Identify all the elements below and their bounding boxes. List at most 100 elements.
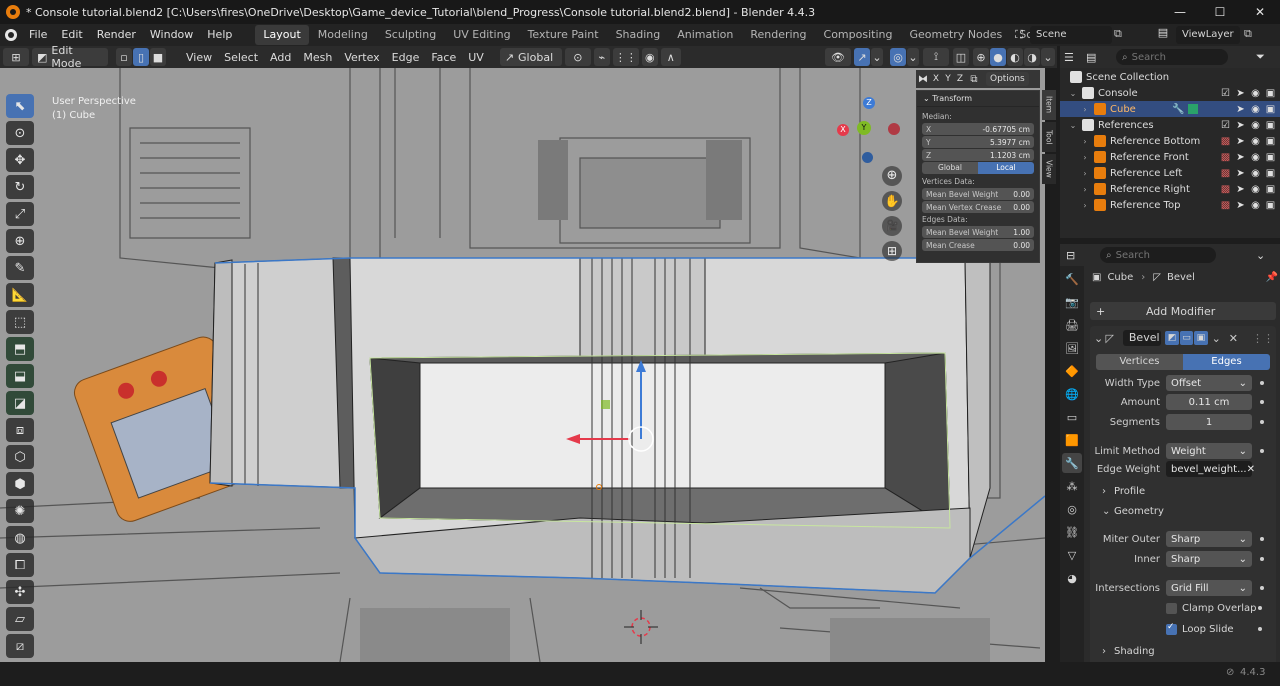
edge-select-icon[interactable]: ▯ (133, 48, 149, 66)
keyframe-dot-icon[interactable] (1260, 400, 1264, 404)
menu-file[interactable]: File (22, 24, 54, 46)
checkbox-icon[interactable]: ☑ (1220, 88, 1231, 99)
viewport-toggle-icon[interactable]: ▭ (1179, 331, 1194, 345)
eye-icon[interactable]: ◉ (1250, 184, 1261, 195)
width-type-select[interactable]: Offset ⌄ (1166, 375, 1252, 391)
keyframe-dot-icon[interactable] (1260, 449, 1264, 453)
tab-view[interactable]: View (1042, 154, 1056, 184)
edge-bevel-weight-field[interactable]: Mean Bevel Weight 1.00 (922, 226, 1034, 238)
overlays-toggle-icon[interactable]: ◎ (890, 48, 906, 66)
eye-icon[interactable]: ◉ (1250, 136, 1261, 147)
select-arrow-icon[interactable]: ➤ (1235, 152, 1246, 163)
menu-vertex[interactable]: Vertex (338, 51, 385, 64)
outliner-row[interactable]: › Reference Front ▩ ➤ ◉ ▣ (1060, 149, 1280, 165)
loop-cut-tool-icon[interactable]: ⧈ (6, 418, 34, 442)
object-tab-icon[interactable]: 🟧 (1062, 430, 1082, 450)
select-arrow-icon[interactable]: ➤ (1235, 184, 1246, 195)
eye-icon[interactable]: ◉ (1250, 152, 1261, 163)
filter-icon[interactable]: ⏷ (1256, 50, 1265, 64)
modifier-tab-icon[interactable]: 🔧 (1062, 453, 1082, 473)
cursor-tool-icon[interactable]: ⊙ (6, 121, 34, 145)
keyframe-dot-icon[interactable] (1258, 627, 1262, 631)
camera-icon[interactable]: ▣ (1265, 200, 1276, 211)
keyframe-dot-icon[interactable] (1260, 537, 1264, 541)
properties-editor-type-icon[interactable]: ⊟ (1066, 249, 1094, 262)
auto-merge-icon[interactable]: ⧉ (966, 74, 982, 85)
camera-icon[interactable]: ▣ (1265, 184, 1276, 195)
menu-help[interactable]: Help (200, 24, 239, 46)
falloff-icon[interactable]: ∧ (660, 48, 681, 66)
outliner-editor-type-icon[interactable]: ☰ (1064, 51, 1086, 64)
bevel-tool-icon[interactable]: ◪ (6, 391, 34, 415)
material-shading-icon[interactable]: ◐ (1007, 48, 1023, 66)
clear-icon[interactable]: ✕ (1247, 464, 1255, 475)
view-layer-icon[interactable]: ▤ (1154, 26, 1172, 44)
vertex-bevel-weight-field[interactable]: Mean Bevel Weight 0.00 (922, 188, 1034, 200)
tab-rendering[interactable]: Rendering (742, 25, 814, 45)
annotate-tool-icon[interactable]: ✎ (6, 256, 34, 280)
menu-render[interactable]: Render (90, 24, 143, 46)
measure-tool-icon[interactable]: 📐 (6, 283, 34, 307)
editor-type-icon[interactable]: ⊞ (3, 48, 29, 66)
miter-outer-select[interactable]: Sharp ⌄ (1166, 531, 1252, 547)
remove-modifier-icon[interactable]: ✕ (1229, 332, 1238, 345)
miter-inner-select[interactable]: Sharp ⌄ (1166, 551, 1252, 567)
camera-icon[interactable]: ▣ (1265, 104, 1276, 115)
gizmo-dropdown-icon[interactable]: ⌄ (871, 48, 883, 66)
clamp-overlap-checkbox[interactable] (1166, 602, 1177, 614)
keyframe-dot-icon[interactable] (1258, 606, 1262, 610)
mirror-z-toggle[interactable]: Z (954, 74, 966, 84)
camera-icon[interactable]: ▣ (1265, 168, 1276, 179)
tab-animation[interactable]: Animation (669, 25, 741, 45)
rip-tool-icon[interactable]: ⧄ (6, 634, 34, 658)
physics-tab-icon[interactable]: ◎ (1062, 499, 1082, 519)
snap-toggle-icon[interactable]: ⌁ (593, 48, 610, 66)
modifier-name-field[interactable]: Bevel (1122, 330, 1162, 346)
outliner-row[interactable]: › Reference Right ▩ ➤ ◉ ▣ (1060, 181, 1280, 197)
chevron-down-icon[interactable]: ⌄ (1094, 332, 1105, 345)
perspective-grid-icon[interactable]: ⊞ (882, 241, 902, 261)
scene-selector[interactable]: Scene (1030, 26, 1112, 44)
affect-edges-button[interactable]: Edges (1183, 354, 1270, 370)
scale-tool-icon[interactable]: ⤢ (6, 202, 34, 226)
tab-geometry-nodes[interactable]: Geometry Nodes (901, 25, 1010, 45)
limit-method-select[interactable]: Weight ⌄ (1166, 443, 1252, 459)
outliner-row[interactable]: › Reference Bottom ▩ ➤ ◉ ▣ (1060, 133, 1280, 149)
tab-tool[interactable]: Tool (1042, 122, 1056, 152)
eye-icon[interactable]: ◉ (1250, 120, 1261, 131)
tool-tab-icon[interactable]: 🔨 (1062, 269, 1082, 289)
navigation-gizmo[interactable]: Z X Y (836, 96, 906, 166)
shrink-fatten-tool-icon[interactable]: ✣ (6, 580, 34, 604)
new-view-layer-icon[interactable]: ⧉ (1244, 27, 1260, 43)
output-tab-icon[interactable]: 🖨 (1062, 315, 1082, 335)
extrude-tool-icon[interactable]: ⬒ (6, 337, 34, 361)
outliner-row[interactable]: › Reference Top ▩ ➤ ◉ ▣ (1060, 197, 1280, 213)
poly-build-tool-icon[interactable]: ⬢ (6, 472, 34, 496)
mesh-edit-overlays-icon[interactable]: ⟟ (923, 48, 949, 66)
wireframe-shading-icon[interactable]: ⊕ (973, 48, 989, 66)
pivot-point-icon[interactable]: ⊙ (564, 48, 591, 66)
menu-face[interactable]: Face (425, 51, 462, 64)
spin-tool-icon[interactable]: ✺ (6, 499, 34, 523)
checkbox-icon[interactable]: ☑ (1220, 120, 1231, 131)
chevron-down-icon[interactable]: ⌄ (1068, 121, 1078, 130)
chevron-right-icon[interactable]: › (1080, 201, 1090, 210)
eye-icon[interactable]: ◉ (1250, 104, 1261, 115)
options-dropdown[interactable]: Options (986, 72, 1029, 86)
select-arrow-icon[interactable]: ➤ (1235, 168, 1246, 179)
camera-icon[interactable]: ▣ (1265, 88, 1276, 99)
menu-window[interactable]: Window (143, 24, 200, 46)
segments-field[interactable]: 1 (1166, 414, 1252, 430)
shear-tool-icon[interactable]: ▱ (6, 607, 34, 631)
add-modifier-button[interactable]: + Add Modifier (1090, 302, 1276, 320)
axis-neg-z-icon[interactable] (862, 152, 873, 163)
keyframe-dot-icon[interactable] (1260, 381, 1264, 385)
chevron-down-icon[interactable]: ⌄ (1256, 249, 1265, 262)
profile-section-header[interactable]: › Profile (1102, 486, 1145, 497)
gizmo-toggle-icon[interactable]: ↗ (854, 48, 870, 66)
global-space-button[interactable]: Global (922, 162, 978, 174)
shading-section-header[interactable]: › Shading (1102, 646, 1155, 657)
vertex-select-icon[interactable]: ▫ (116, 48, 132, 66)
modifier-dropdown-icon[interactable]: ⌄ (1212, 332, 1221, 345)
edge-slide-tool-icon[interactable]: ⧠ (6, 553, 34, 577)
